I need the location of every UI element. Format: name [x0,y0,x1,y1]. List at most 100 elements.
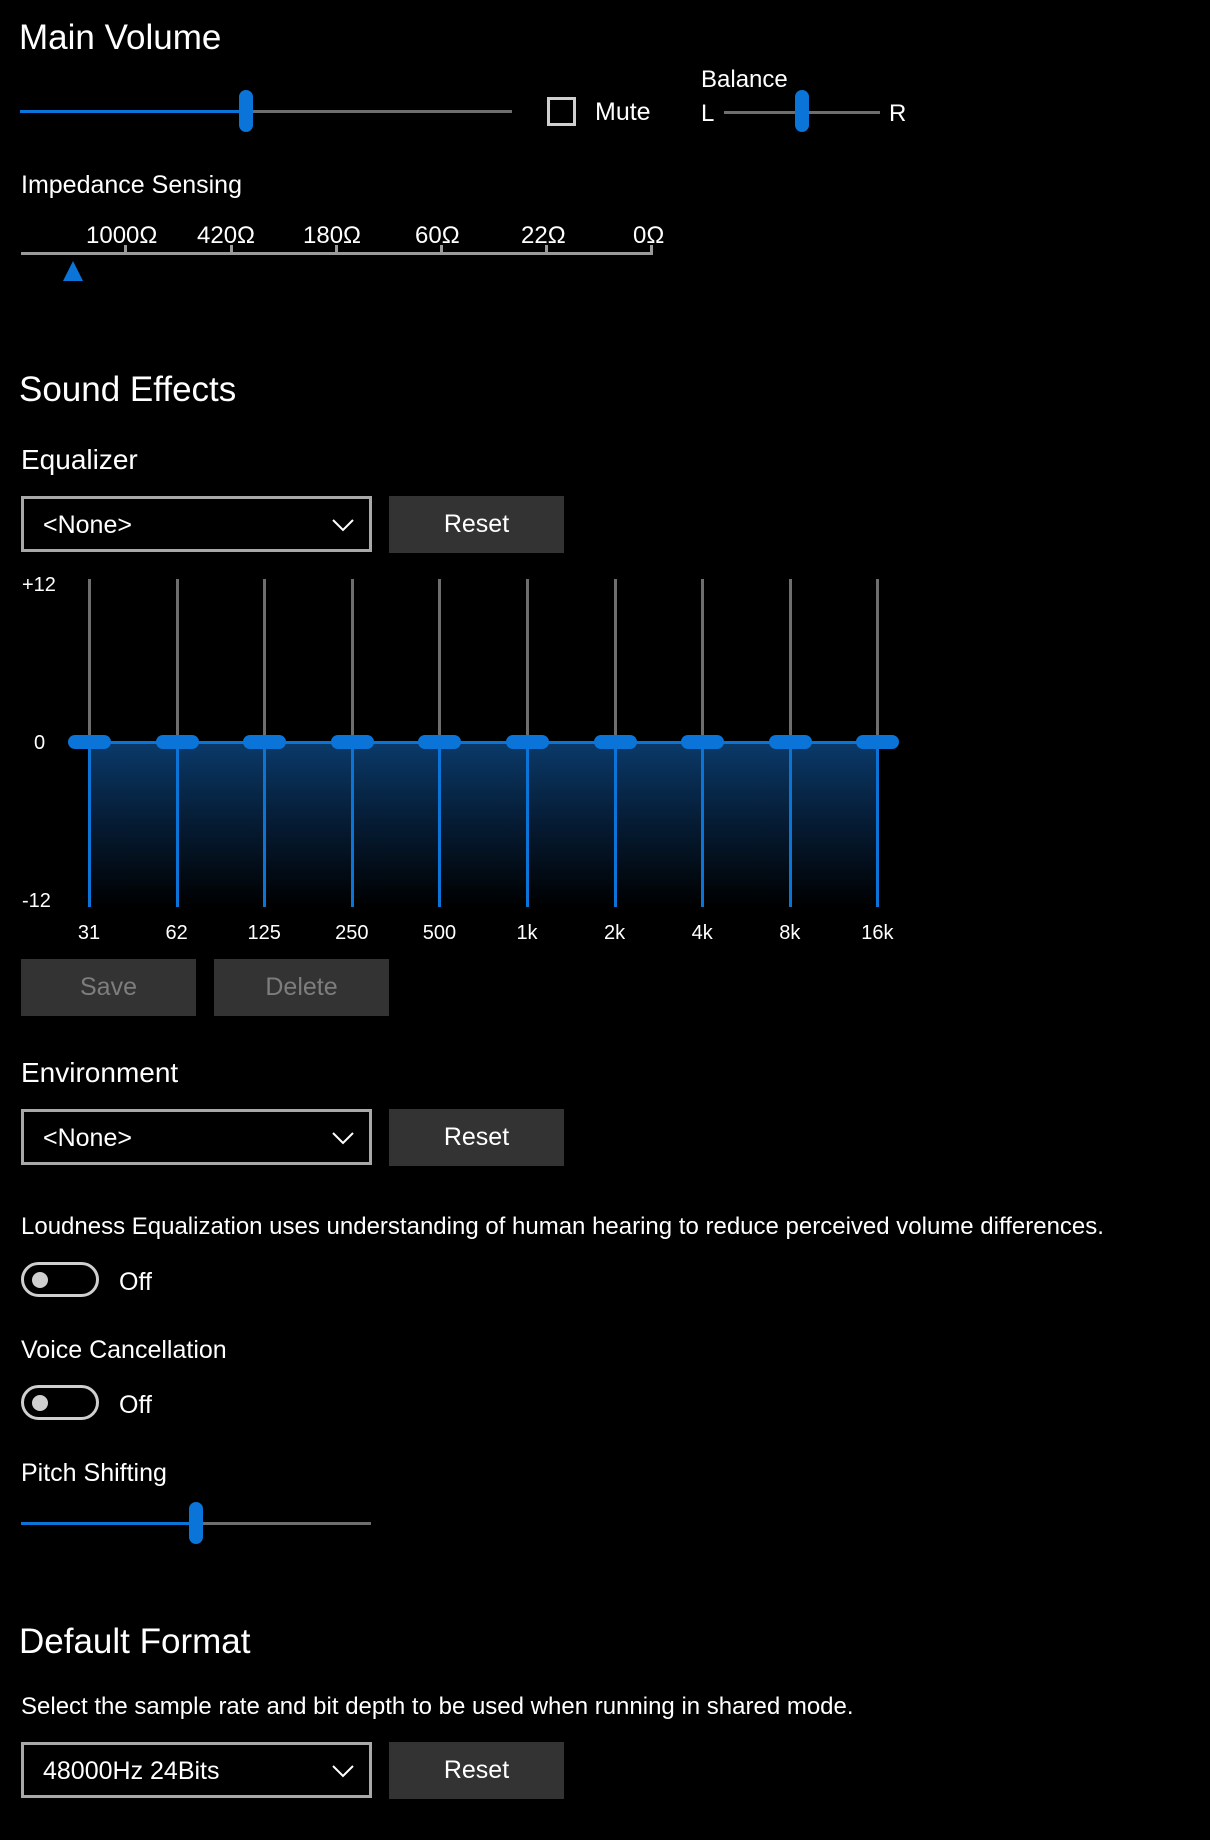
chevron-down-icon [332,1765,354,1778]
eq-band-label: 62 [165,922,188,944]
eq-band-thumb-1k[interactable] [506,735,549,749]
environment-dropdown[interactable]: <None> [21,1109,372,1165]
eq-curve-line [89,741,878,744]
equalizer-preset-value: <None> [43,511,132,539]
default-format-reset-button[interactable]: Reset [389,1742,564,1799]
pitch-thumb[interactable] [189,1502,203,1544]
main-volume-fill [20,110,247,113]
pitch-shifting-label: Pitch Shifting [21,1459,167,1487]
eq-band-track [788,579,792,742]
main-volume-slider[interactable] [20,90,512,134]
eq-band-level [788,742,792,907]
mute-label: Mute [595,98,651,126]
impedance-label-180: 180Ω [303,222,361,249]
eq-band-level [526,742,529,907]
main-volume-thumb[interactable] [239,90,254,132]
eq-band-label: 125 [247,922,281,944]
chevron-down-icon [332,1132,354,1145]
eq-band-label: 2k [604,922,626,944]
eq-band-level [701,742,705,907]
balance-right-label: R [889,100,907,127]
impedance-label-1000: 1000Ω [86,222,158,249]
eq-band-label: 250 [335,922,369,944]
eq-band-thumb-8k[interactable] [768,735,812,749]
eq-band-track [263,579,267,742]
eq-band-track [613,579,617,742]
eq-band-label: 1k [516,922,538,944]
loudness-description: Loudness Equalization uses understanding… [21,1213,1104,1240]
eq-band-level [175,742,179,907]
equalizer-label: Equalizer [21,444,138,475]
eq-band-track [88,579,91,742]
impedance-marker-icon [62,260,84,282]
toggle-knob [32,1272,48,1288]
loudness-toggle[interactable] [21,1262,99,1297]
eq-band-track [438,579,442,742]
environment-value: <None> [43,1124,132,1152]
eq-band-level [88,742,91,907]
eq-band-label: 31 [77,922,101,944]
eq-band-level [263,742,267,907]
impedance-tick [650,245,653,253]
impedance-label-420: 420Ω [197,222,255,249]
default-format-dropdown[interactable]: 48000Hz 24Bits [21,1742,372,1798]
default-format-value: 48000Hz 24Bits [43,1757,220,1785]
eq-band-track [701,579,705,742]
eq-band-level [350,742,354,907]
balance-thumb[interactable] [795,90,809,132]
eq-band-label: 500 [422,922,457,944]
eq-y-max-label: +12 [22,574,56,596]
eq-band-thumb-2k[interactable] [593,735,637,749]
impedance-tick [124,245,127,253]
environment-reset-button[interactable]: Reset [389,1109,564,1166]
equalizer-preset-dropdown[interactable]: <None> [21,496,372,552]
eq-y-min-label: -12 [22,890,51,912]
equalizer-reset-button[interactable]: Reset [389,496,564,553]
eq-band-thumb-16k[interactable] [856,735,900,749]
mute-checkbox[interactable] [547,97,576,126]
main-volume-title: Main Volume [19,18,222,57]
voice-cancellation-state: Off [119,1391,152,1419]
toggle-knob [32,1395,48,1411]
eq-band-thumb-125[interactable] [243,735,287,749]
eq-fill-area [89,742,878,907]
pitch-fill [21,1522,196,1525]
eq-band-label: 16k [861,922,894,944]
voice-cancellation-label: Voice Cancellation [21,1336,227,1364]
eq-y-zero-label: 0 [34,732,46,754]
save-button[interactable]: Save [21,959,196,1016]
eq-band-track [350,579,354,742]
loudness-state: Off [119,1268,152,1296]
impedance-tick [230,245,233,253]
default-format-description: Select the sample rate and bit depth to … [21,1693,854,1720]
eq-band-track [175,579,179,742]
eq-band-level [438,742,442,907]
eq-band-thumb-250[interactable] [330,735,374,749]
impedance-tick [335,245,338,253]
eq-band-label: 4k [691,922,713,944]
eq-band-thumb-31[interactable] [68,735,111,749]
balance-left-label: L [701,100,715,127]
sound-effects-title: Sound Effects [19,370,237,409]
chevron-down-icon [332,519,354,532]
impedance-label-22: 22Ω [521,222,566,249]
eq-band-thumb-4k[interactable] [681,735,725,749]
environment-label: Environment [21,1057,179,1088]
pitch-shifting-slider[interactable] [21,1502,371,1546]
eq-band-level [613,742,617,907]
default-format-title: Default Format [19,1622,251,1661]
delete-button[interactable]: Delete [214,959,389,1016]
impedance-tick [440,245,443,253]
eq-band-thumb-62[interactable] [155,735,199,749]
equalizer-chart: 31 62 125 250 500 1k 2k 4k 8k 16k [0,0,1210,960]
eq-band-track [526,579,529,742]
impedance-label-0: 0Ω [633,222,665,249]
eq-band-thumb-500[interactable] [418,735,462,749]
impedance-label-60: 60Ω [415,222,460,249]
voice-cancellation-toggle[interactable] [21,1385,99,1420]
eq-band-level [876,742,880,907]
impedance-title: Impedance Sensing [21,171,242,199]
balance-slider[interactable] [724,90,880,134]
eq-band-track [876,579,880,742]
impedance-tick [545,245,548,253]
